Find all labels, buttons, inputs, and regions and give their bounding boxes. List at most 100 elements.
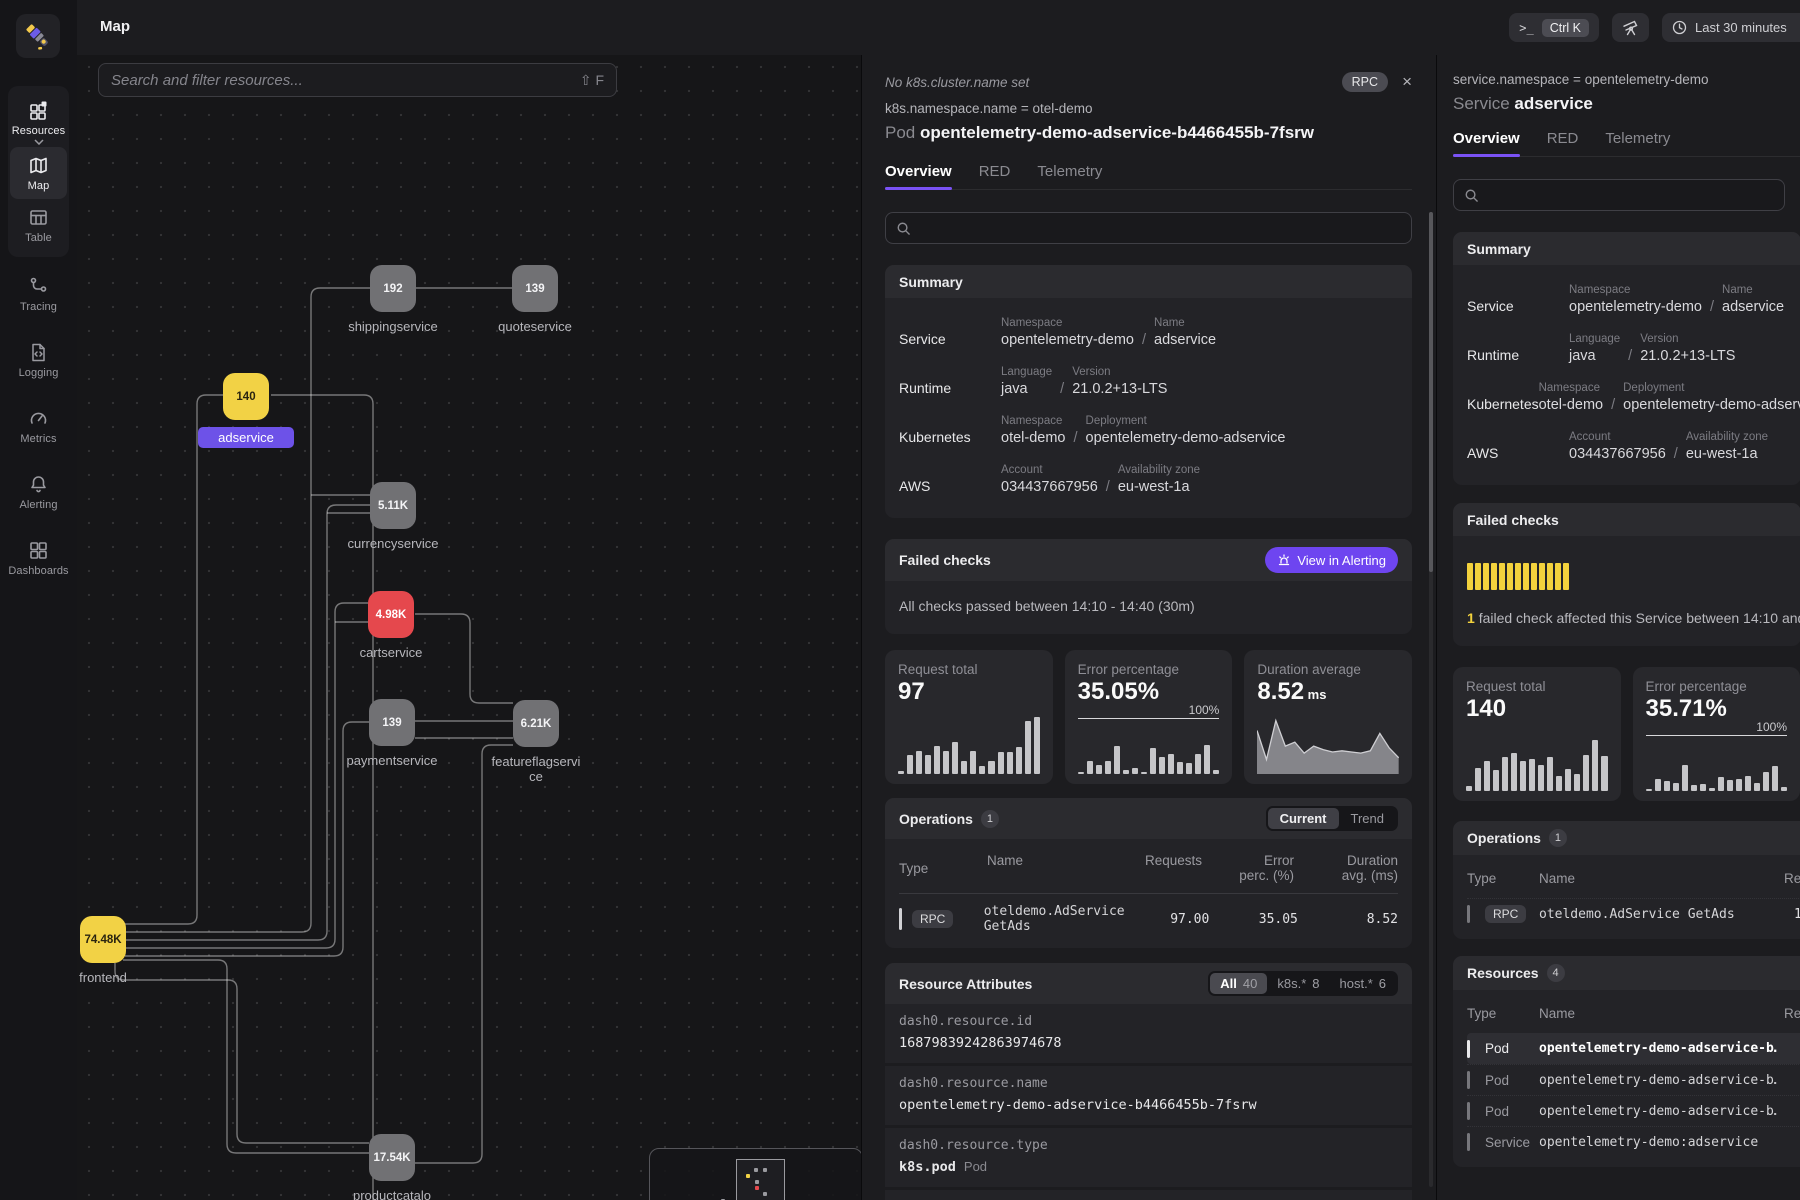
summary-card: Summary ServiceNamespaceopentelemetry-de… [1453,232,1800,485]
terminal-icon: >_ [1519,21,1533,35]
scrollbar-thumb[interactable] [1429,212,1433,572]
pod-tab-red[interactable]: RED [979,163,1011,189]
summary-value-group: Account034437667956 [1569,431,1666,462]
metric-card-request-total: Request total97 [885,650,1053,784]
time-range-label: Last 30 minutes [1695,20,1787,35]
telescope-button[interactable] [1612,13,1649,42]
resource-row[interactable]: Podopentelemetry-demo-adservice-b… [1467,1095,1800,1126]
protocol-badge: RPC [1342,72,1388,92]
metric-chart [1257,716,1399,774]
metric-card-error-percentage: Error percentage35.71%100% [1633,667,1800,801]
minimap[interactable] [649,1148,861,1200]
sidebar-item-label: Tracing [20,301,57,313]
sidebar-item-metrics[interactable]: Metrics [8,400,69,452]
sidebar-item-tracing[interactable]: Tracing [8,268,69,320]
node-value: 192 [383,283,402,295]
metric-card-error-percentage: Error percentage35.05%100% [1065,650,1233,784]
pod-tab-telemetry[interactable]: Telemetry [1037,163,1102,189]
operations-card: Operations 1 TypeNameRequestsRPCoteldemo… [1453,821,1800,939]
node-value: 74.48K [84,934,121,946]
map-node-cartservice[interactable]: 4.98K [368,591,414,638]
summary-row-aws: AWSAccount034437667956/Availability zone… [899,455,1398,504]
node-label-productcatalog: productcatalog [352,1188,432,1200]
attribute-row[interactable]: dash0.resource.nameopentelemetry-demo-ad… [885,1066,1412,1125]
operation-row[interactable]: RPCoteldemo.AdService GetAds97.0035.058.… [899,894,1398,936]
failed-checks-card: Failed checks View in Alerting All check… [885,539,1412,634]
attribute-key: dash0.resource.name [899,1076,1048,1091]
minimap-node-dot [754,1168,758,1172]
attribute-row[interactable]: dash0.resource.id16879839242863974678 [885,1004,1412,1063]
attribute-row[interactable]: cloud.account.id034437667956 [885,1190,1412,1200]
operations-view-toggle: CurrentTrend [1266,806,1398,831]
metric-chart [898,716,1040,774]
map-edges [77,55,861,1200]
failed-checks-bars [1467,563,1787,590]
attribute-filters: All40k8s.*8host.*6 [1208,971,1398,996]
map-node-frontend[interactable]: 74.48K [80,916,126,963]
service-map[interactable]: ⇧ F 192shippingservice139quoteservice140… [77,55,861,1200]
map-search[interactable]: ⇧ F [98,63,617,97]
pod-search[interactable] [885,212,1412,244]
attr-filter-k8s[interactable]: k8s.*8 [1267,973,1329,994]
attribute-value: k8s.podPod [899,1159,1398,1175]
summary-value-group: Availability zoneeu-west-1a [1118,464,1200,495]
cluster-note: No k8s.cluster.name set [885,75,1029,90]
attribute-row[interactable]: dash0.resource.typek8s.podPod [885,1128,1412,1187]
map-node-currencyservice[interactable]: 5.11K [370,482,416,529]
view-in-alerting-button[interactable]: View in Alerting [1265,547,1398,573]
command-palette-button[interactable]: >_ Ctrl K [1509,13,1599,42]
summary-value-group: Languagejava [1569,333,1620,364]
resource-row[interactable]: Serviceopentelemetry-demo:adservice [1467,1126,1800,1157]
map-node-featureflagservice[interactable]: 6.21K [513,700,559,747]
map-search-input[interactable] [111,72,580,89]
metric-chart [1646,745,1788,791]
map-edge [115,963,369,1143]
ops-view-trend[interactable]: Trend [1339,808,1396,829]
ops-view-current[interactable]: Current [1268,808,1339,829]
map-node-paymentservice[interactable]: 139 [369,699,415,746]
service-tab-red[interactable]: RED [1547,130,1579,156]
sidebar-item-label: Alerting [19,499,57,511]
attr-filter-host[interactable]: host.*6 [1330,973,1396,994]
entity-type: Pod [885,123,915,142]
dash0-logo[interactable] [16,14,60,58]
flashlight-icon [23,21,53,51]
minimap-viewport[interactable] [736,1159,785,1200]
dashboards-icon [28,540,49,561]
operation-row[interactable]: RPCoteldemo.AdService GetAds140.00 [1467,898,1800,929]
map-node-shippingservice[interactable]: 192 [370,265,416,312]
sidebar-item-table[interactable]: Table [10,199,67,251]
metric-value: 35.05% [1078,679,1220,705]
minimap-node-dot [755,1180,759,1184]
pod-tab-overview[interactable]: Overview [885,163,952,189]
sidebar-item-resources[interactable]: Resources [10,92,67,147]
node-label-adservice[interactable]: adservice [198,427,294,448]
resource-attributes-card: Resource Attributes All40k8s.*8host.*6 d… [885,963,1412,1200]
summary-value-group: Deploymentopentelemetry-demo-adservice [1623,382,1800,413]
sidebar-item-map[interactable]: Map [10,147,67,199]
sidebar-item-alerting[interactable]: Alerting [8,466,69,518]
map-node-quoteservice[interactable]: 139 [512,265,558,312]
service-tab-telemetry[interactable]: Telemetry [1605,130,1670,156]
resource-row[interactable]: Podopentelemetry-demo-adservice-b…43.00 [1467,1064,1800,1095]
service-tab-overview[interactable]: Overview [1453,130,1520,156]
summary-value-group: Nameadservice [1154,317,1216,348]
node-value: 139 [525,283,544,295]
scrollbar[interactable] [1429,212,1433,1187]
sidebar-item-logging[interactable]: Logging [8,334,69,386]
map-edge [125,505,370,940]
sidebar-item-dashboards[interactable]: Dashboards [8,532,69,584]
node-label-featureflagservice: featureflagservice [491,754,581,784]
metric-card-request-total: Request total140 [1453,667,1621,801]
clock-icon [1672,20,1687,35]
time-range-picker[interactable]: Last 30 minutes [1662,13,1800,42]
map-node-productcatalog[interactable]: 17.54K [369,1134,415,1181]
summary-card: Summary ServiceNamespaceopentelemetry-de… [885,265,1412,518]
map-node-adservice[interactable]: 140 [223,373,269,420]
resource-row[interactable]: Podopentelemetry-demo-adservice-b…97.00 [1467,1033,1800,1064]
service-search[interactable] [1453,179,1785,211]
namespace-context: k8s.namespace.name = otel-demo [885,101,1412,116]
attr-filter-all[interactable]: All40 [1210,973,1267,994]
map-edge [125,603,368,948]
close-icon[interactable]: × [1402,72,1412,92]
